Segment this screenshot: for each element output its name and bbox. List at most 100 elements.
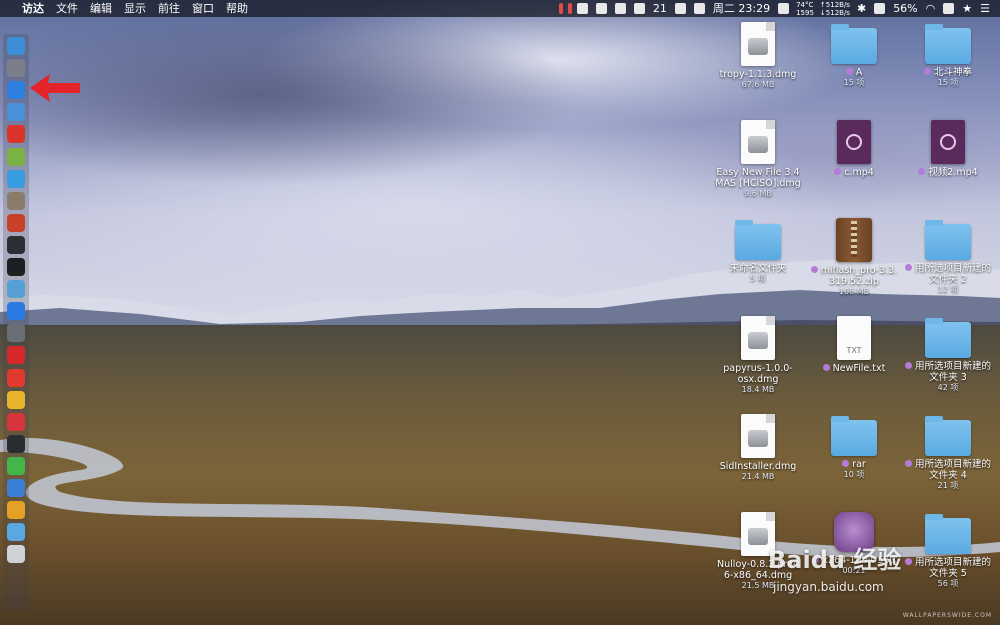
desktop-item-name: 用所选项目新建的 文件夹 3 (900, 361, 996, 383)
desktop-item-label: A (855, 67, 863, 78)
monitor-icon[interactable] (778, 3, 790, 14)
yandex-icon[interactable] (7, 368, 25, 387)
disk-icon[interactable] (7, 191, 25, 210)
vivaldi-icon[interactable] (7, 412, 25, 431)
netease-icon[interactable] (7, 125, 25, 144)
disk-image-icon[interactable] (741, 316, 775, 360)
wechat-icon[interactable] (7, 456, 25, 475)
desktop-item-label: 用所选项目新建的 文件夹 2 (914, 263, 991, 285)
menu-app-name[interactable]: 访达 (16, 0, 50, 17)
folder-icon[interactable] (925, 514, 971, 554)
calendar-icon[interactable] (693, 3, 705, 14)
pause-indicator-icon-2[interactable] (567, 3, 572, 14)
safari-icon[interactable] (7, 81, 25, 100)
bluetooth-icon[interactable]: ✱ (853, 0, 870, 17)
disk-image-icon[interactable] (741, 414, 775, 458)
app-store-icon[interactable] (7, 302, 25, 321)
contacts-icon[interactable] (7, 103, 25, 122)
desktop-item[interactable]: miflash_pro-3.3. 319.52.zip 108 MB (806, 218, 902, 297)
activity-monitor-icon[interactable] (7, 235, 25, 254)
downloads-folder-icon[interactable] (7, 523, 25, 542)
battery-percent[interactable]: 56% (889, 0, 921, 17)
fan-rpm: 1595 (796, 8, 814, 17)
menu-file[interactable]: 文件 (50, 0, 84, 17)
desktop-item[interactable]: 用所选项目新建的 文件夹 2 12 项 (900, 218, 996, 295)
network-stats[interactable]: ↑512B/s ↓512B/s (817, 1, 853, 17)
menu-edit[interactable]: 编辑 (84, 0, 118, 17)
desktop-item[interactable]: 视频2.mp4 (900, 120, 996, 178)
s-app-icon[interactable] (943, 3, 955, 14)
tag-dot-icon (918, 168, 926, 175)
music-icon[interactable] (7, 213, 25, 232)
network-icon[interactable] (7, 280, 25, 299)
folder-icon[interactable] (925, 24, 971, 64)
desktop-item[interactable]: 用所选项目新建的 文件夹 5 56 项 (900, 512, 996, 589)
menu-list-icon[interactable]: ☰ (976, 0, 994, 17)
video-file-icon[interactable] (931, 120, 965, 164)
desktop-item[interactable]: TXT NewFile.txt (806, 316, 902, 374)
migration-icon[interactable] (7, 169, 25, 188)
disk-image-icon[interactable] (741, 22, 775, 66)
menu-help[interactable]: 帮助 (220, 0, 254, 17)
desktop-item[interactable]: papyrus-1.0.0- osx.dmg 18.4 MB (710, 316, 806, 395)
desktop-item-name: miflash_pro-3.3. 319.52.zip (806, 265, 902, 287)
terminal-icon[interactable] (7, 258, 25, 276)
windows-logo-icon[interactable] (7, 501, 25, 520)
folder-icon[interactable] (925, 416, 971, 456)
android-icon[interactable] (7, 147, 25, 166)
datetime[interactable]: 周二 23:29 (709, 0, 774, 17)
desktop-item[interactable]: SidInstaller.dmg 21.4 MB (710, 414, 806, 482)
text-file-icon[interactable]: TXT (837, 316, 871, 360)
archive-icon[interactable] (836, 218, 872, 262)
launchpad-icon[interactable] (7, 59, 25, 78)
system-preferences-icon[interactable] (7, 324, 25, 343)
wifi-icon[interactable]: ◠ (922, 0, 940, 17)
folder-icon[interactable] (925, 318, 971, 358)
tag-dot-icon (904, 362, 912, 369)
desktop-item[interactable]: tropy-1.1.3.dmg 67.6 MB (710, 22, 806, 90)
terminal-alt-icon[interactable] (7, 434, 25, 453)
disk-image-icon[interactable] (741, 120, 775, 164)
pause-indicator-icon[interactable] (558, 3, 563, 14)
folder-icon[interactable] (831, 24, 877, 64)
folder-icon[interactable] (735, 220, 781, 260)
finder-icon[interactable] (7, 37, 25, 55)
desktop-item[interactable]: 用所选项目新建的 文件夹 4 21 项 (900, 414, 996, 491)
folder-icon[interactable] (831, 416, 877, 456)
desktop-item[interactable]: 未命名文件夹 5 项 (710, 218, 806, 284)
desktop-item[interactable]: Easy New File 3.4 MAS [HCiSO].dmg 9.6 MB (710, 120, 806, 199)
desktop-item-name: 视频2.mp4 (900, 167, 996, 178)
desktop-item[interactable]: 用所选项目新建的 文件夹 3 42 项 (900, 316, 996, 393)
weibo-icon[interactable] (7, 346, 25, 365)
tag-dot-icon (845, 68, 853, 75)
tag-dot-icon (842, 460, 850, 467)
desktop-item-label: 视频2.mp4 (928, 167, 978, 178)
windows-vm-icon[interactable] (7, 479, 25, 497)
desktop-item[interactable]: rar 10 项 (806, 414, 902, 480)
app-grid-icon[interactable] (576, 3, 588, 14)
desktop-item-label: papyrus-1.0.0- osx.dmg (723, 363, 793, 385)
hardware-stats[interactable]: 74°C 1595 (793, 1, 817, 17)
menu-go[interactable]: 前往 (152, 0, 186, 17)
trash-icon[interactable] (7, 545, 25, 564)
desktop-item-info: 21.4 MB (741, 472, 775, 481)
pin-icon[interactable] (595, 3, 607, 14)
menu-view[interactable]: 显示 (118, 0, 152, 17)
chrome-icon[interactable] (7, 390, 25, 409)
cpu-temp: 74°C (796, 0, 814, 9)
desktop-item[interactable]: A 15 项 (806, 22, 902, 88)
mute-icon[interactable] (874, 3, 886, 14)
favorites-star-icon[interactable]: ★ (958, 0, 976, 17)
menu-window[interactable]: 窗口 (186, 0, 220, 17)
wechat-count: 21 (652, 2, 667, 15)
desktop-item[interactable]: c.mp4 (806, 120, 902, 178)
desktop-item[interactable]: 北斗神拳 15 项 (900, 22, 996, 88)
desktop-item-info: 56 项 (937, 579, 959, 588)
folder-status-icon[interactable] (614, 3, 626, 14)
folder-icon[interactable] (925, 220, 971, 260)
desktop-item-name: tropy-1.1.3.dmg (710, 69, 806, 80)
desktop-item-label: 用所选项目新建的 文件夹 3 (914, 361, 991, 383)
wechat-status-icon[interactable] (633, 3, 645, 14)
video-file-icon[interactable] (837, 120, 871, 164)
display-icon[interactable] (674, 3, 686, 14)
